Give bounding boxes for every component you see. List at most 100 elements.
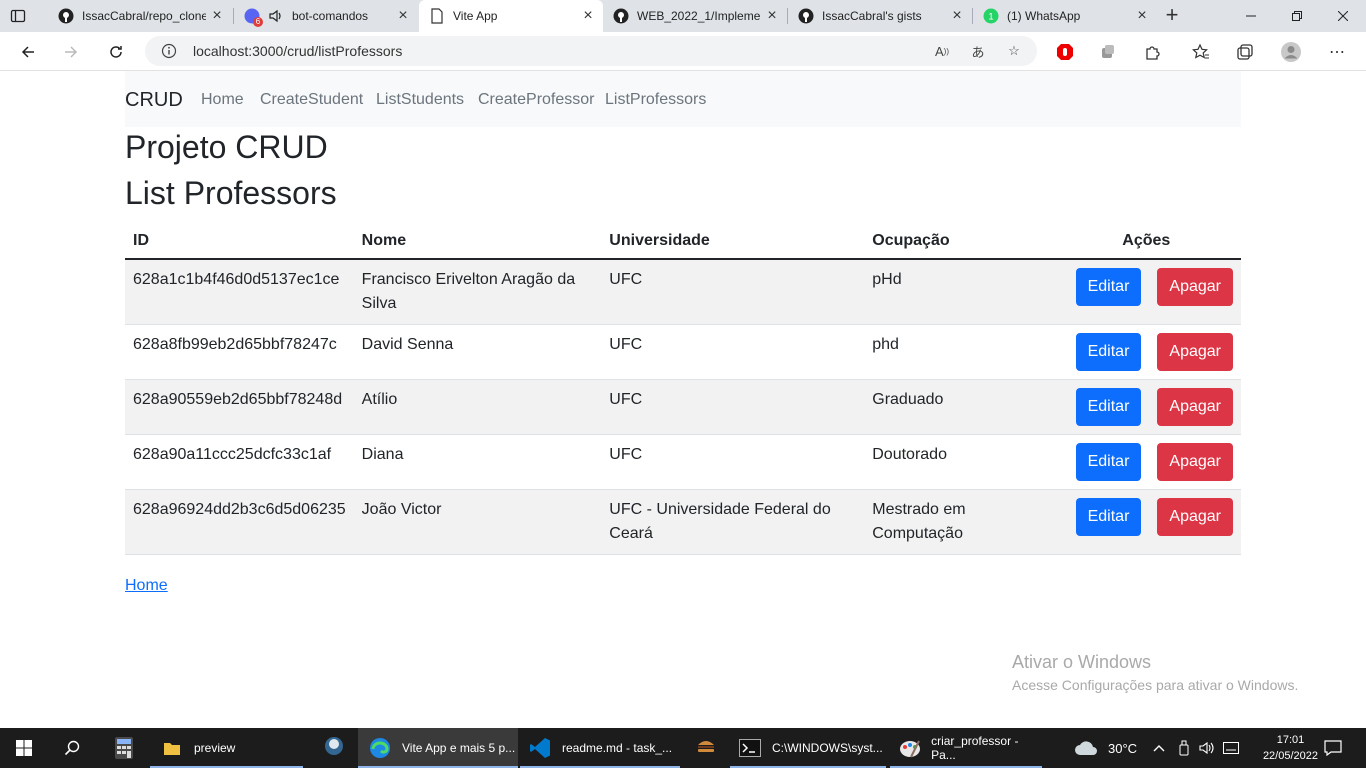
table-row: 628a96924dd2b3c6d5d06235 João Victor UFC…: [125, 489, 1241, 555]
back-icon[interactable]: [14, 38, 42, 66]
extension-icon[interactable]: [1097, 41, 1119, 63]
taskbar-item-label: preview: [194, 741, 236, 755]
browser-tab[interactable]: WEB_2022_1/Impleme ×: [603, 0, 787, 32]
close-icon[interactable]: ×: [761, 7, 783, 25]
cell-universidade: UFC: [601, 434, 865, 490]
edit-button[interactable]: Editar: [1075, 443, 1142, 481]
cell-nome: Diana: [353, 434, 602, 490]
restore-icon[interactable]: [1274, 0, 1320, 32]
weather-widget[interactable]: 30°C: [1074, 728, 1144, 768]
address-bar[interactable]: localhost:3000/crud/listProfessors A)) あ…: [145, 36, 1037, 66]
cell-nome: David Senna: [353, 324, 602, 380]
column-header-acoes: Ações: [1051, 223, 1241, 260]
taskbar-item-paint[interactable]: criar_professor - Pa...: [890, 728, 1042, 768]
delete-button[interactable]: Apagar: [1157, 388, 1233, 426]
table-row: 628a8fb99eb2d65bbf78247c David Senna UFC…: [125, 324, 1241, 380]
nav-link-list-professors[interactable]: ListProfessors: [605, 91, 706, 109]
extensions-puzzle-icon[interactable]: [1142, 41, 1164, 63]
nav-link-list-students[interactable]: ListStudents: [376, 91, 464, 109]
home-link[interactable]: Home: [125, 577, 168, 595]
taskbar-item-database[interactable]: [312, 728, 356, 768]
adblock-icon[interactable]: [1054, 41, 1076, 63]
clock-date: 22/05/2022: [1262, 750, 1318, 762]
search-icon[interactable]: [56, 728, 88, 768]
folder-icon: [160, 736, 184, 760]
browser-tab[interactable]: 6 bot-comandos ×: [234, 0, 418, 32]
edit-button[interactable]: Editar: [1075, 268, 1142, 306]
cell-ocupacao: Graduado: [864, 379, 1052, 435]
close-icon[interactable]: ×: [1131, 7, 1153, 25]
refresh-icon[interactable]: [102, 38, 130, 66]
cell-universidade: UFC: [601, 324, 865, 380]
taskbar-item-app[interactable]: [684, 728, 728, 768]
address-url[interactable]: localhost:3000/crud/listProfessors: [193, 43, 402, 59]
navbar-brand[interactable]: CRUD: [125, 89, 183, 112]
table-header-row: ID Nome Universidade Ocupação Ações: [125, 223, 1241, 260]
cell-acoes: Editar Apagar: [1051, 324, 1241, 380]
taskbar-item-vscode[interactable]: readme.md - task_...: [520, 728, 680, 768]
favorites-icon[interactable]: [1190, 41, 1212, 63]
delete-button[interactable]: Apagar: [1157, 333, 1233, 371]
profile-avatar-icon[interactable]: [1280, 41, 1302, 63]
table-row: 628a1c1b4f46d0d5137ec1ce Francisco Erive…: [125, 259, 1241, 325]
translate-icon[interactable]: あ: [969, 42, 987, 60]
more-options-icon[interactable]: ⋯: [1326, 41, 1348, 63]
vscode-icon: [528, 736, 552, 760]
calculator-icon[interactable]: [104, 728, 144, 768]
tab-title: (1) WhatsApp: [1007, 9, 1081, 23]
read-aloud-icon[interactable]: A)): [933, 42, 951, 60]
usb-device-icon[interactable]: [1176, 728, 1192, 768]
taskbar-item-edge[interactable]: Vite App e mais 5 p...: [358, 728, 518, 768]
volume-icon[interactable]: [1198, 728, 1216, 768]
browser-tab-active[interactable]: Vite App ×: [419, 0, 603, 32]
forward-icon[interactable]: [57, 38, 85, 66]
browser-tab[interactable]: IssacCabral's gists ×: [788, 0, 972, 32]
close-icon[interactable]: ×: [392, 7, 414, 25]
browser-tab[interactable]: 1 (1) WhatsApp ×: [973, 0, 1157, 32]
weather-temperature: 30°C: [1108, 740, 1138, 756]
info-icon[interactable]: [161, 43, 177, 59]
system-clock[interactable]: 17:01 22/05/2022: [1263, 732, 1318, 764]
minimize-icon[interactable]: [1228, 0, 1274, 32]
tab-actions-icon[interactable]: [10, 8, 26, 24]
add-favorite-icon[interactable]: ☆: [1005, 42, 1023, 60]
speaker-icon[interactable]: [268, 8, 284, 24]
cell-id: 628a90a11ccc25dcfc33c1af: [125, 434, 354, 490]
close-window-icon[interactable]: [1320, 0, 1366, 32]
collections-icon[interactable]: [1234, 41, 1256, 63]
tab-title: IssacCabral's gists: [822, 9, 922, 23]
cell-acoes: Editar Apagar: [1051, 489, 1241, 555]
browser-tab[interactable]: IssacCabral/repo_clone ×: [48, 0, 232, 32]
edit-button[interactable]: Editar: [1075, 498, 1142, 536]
app-navbar: CRUD Home CreateStudent ListStudents Cre…: [125, 71, 1241, 127]
chevron-up-icon[interactable]: [1150, 728, 1168, 768]
delete-button[interactable]: Apagar: [1157, 268, 1233, 306]
nav-link-create-student[interactable]: CreateStudent: [260, 91, 363, 109]
github-icon: [613, 8, 629, 24]
tab-title: bot-comandos: [292, 9, 369, 23]
nav-link-home[interactable]: Home: [201, 91, 244, 109]
notifications-icon[interactable]: [1322, 728, 1344, 768]
postgres-icon: [322, 735, 346, 762]
delete-button[interactable]: Apagar: [1157, 498, 1233, 536]
close-icon[interactable]: ×: [577, 7, 599, 25]
delete-button[interactable]: Apagar: [1157, 443, 1233, 481]
cell-nome: Atílio: [353, 379, 602, 435]
keyboard-layout-icon[interactable]: [1222, 728, 1240, 768]
taskbar-item-label: readme.md - task_...: [562, 741, 673, 755]
new-tab-icon[interactable]: +: [1160, 4, 1184, 28]
edit-button[interactable]: Editar: [1075, 333, 1142, 371]
cell-id: 628a90559eb2d65bbf78248d: [125, 379, 354, 435]
edit-button[interactable]: Editar: [1075, 388, 1142, 426]
close-icon[interactable]: ×: [946, 7, 968, 25]
start-button[interactable]: [8, 728, 40, 768]
table-row: 628a90559eb2d65bbf78248d Atílio UFC Grad…: [125, 379, 1241, 435]
taskbar-item-explorer[interactable]: preview: [150, 728, 303, 768]
taskbar-item-label: criar_professor - Pa...: [931, 734, 1019, 762]
close-icon[interactable]: ×: [206, 7, 228, 25]
taskbar-item-terminal[interactable]: C:\WINDOWS\syst...: [730, 728, 886, 768]
nav-link-create-professor[interactable]: CreateProfessor: [478, 91, 595, 109]
burger-icon: [696, 739, 716, 758]
taskbar-item-label: C:\WINDOWS\syst...: [772, 741, 883, 755]
table-row: 628a90a11ccc25dcfc33c1af Diana UFC Douto…: [125, 434, 1241, 490]
